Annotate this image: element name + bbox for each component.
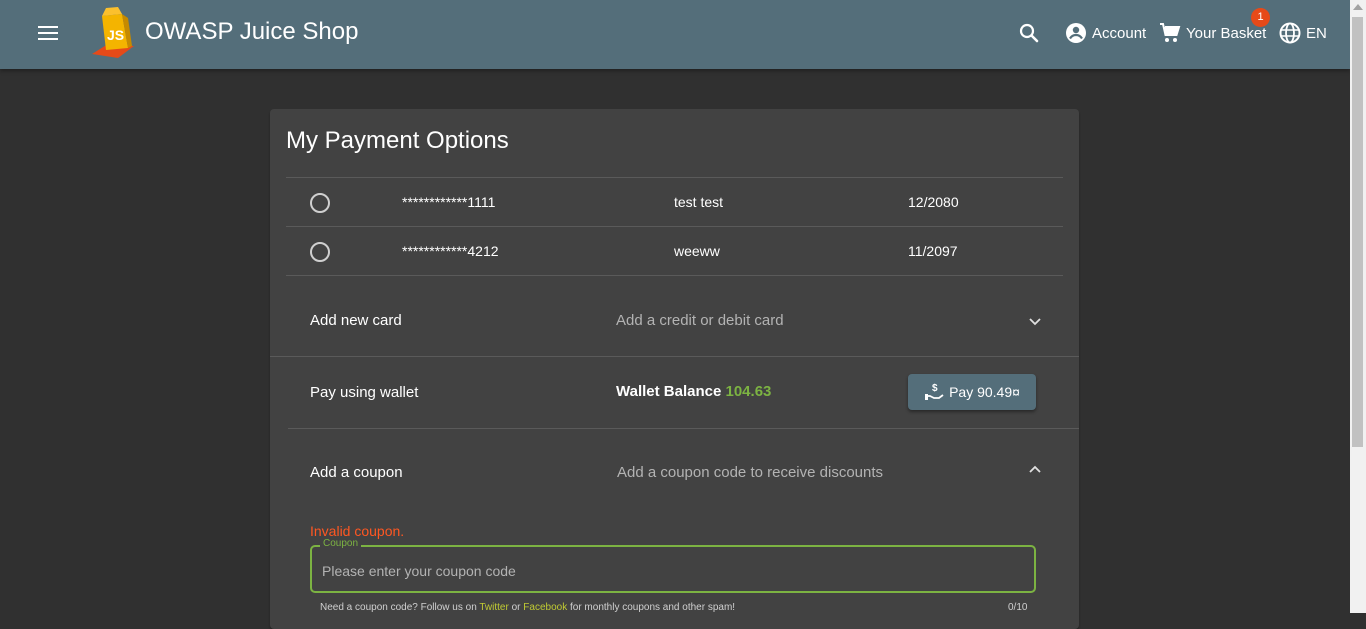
coupon-field-label: Coupon	[320, 538, 362, 549]
chevron-down-icon[interactable]	[1028, 315, 1042, 329]
svg-text:JS: JS	[107, 27, 124, 43]
account-button[interactable]: Account	[1064, 21, 1146, 45]
card-holder-name: weeww	[674, 243, 720, 259]
wallet-balance: Wallet Balance 104.63	[616, 383, 771, 400]
payment-options-card: My Payment Options ************1111 test…	[270, 109, 1079, 629]
basket-label: Your Basket	[1186, 24, 1267, 42]
basket-count-badge: 1	[1251, 8, 1270, 27]
language-label: EN	[1306, 24, 1327, 42]
page-title: My Payment Options	[286, 127, 509, 154]
search-button[interactable]	[1017, 21, 1045, 45]
card-number: ************4212	[402, 243, 499, 259]
wallet-balance-label: Wallet Balance	[616, 383, 722, 400]
card-number: ************1111	[402, 194, 496, 210]
app-title[interactable]: OWASP Juice Shop	[145, 18, 358, 46]
basket-button[interactable]: Your Basket	[1158, 21, 1266, 45]
add-card-title: Add new card	[310, 312, 402, 329]
scrollbar-thumb[interactable]	[1352, 17, 1363, 447]
saved-card-row[interactable]: ************1111 test test 12/2080	[286, 177, 1063, 226]
card-radio-button[interactable]	[310, 193, 330, 213]
shopping-cart-icon	[1160, 23, 1181, 42]
divider	[270, 356, 1079, 357]
svg-text:$: $	[932, 383, 938, 394]
coupon-input[interactable]	[320, 559, 1024, 583]
twitter-link[interactable]: Twitter	[479, 602, 508, 613]
coupon-field[interactable]: Coupon	[310, 538, 1036, 593]
card-radio-button[interactable]	[310, 242, 330, 262]
card-expiry: 12/2080	[908, 194, 959, 210]
wallet-title: Pay using wallet	[310, 384, 419, 401]
language-button[interactable]: EN	[1278, 21, 1327, 45]
coupon-hint-prefix: Need a coupon code? Follow us on	[320, 602, 480, 613]
account-circle-icon	[1066, 23, 1086, 43]
juice-shop-logo[interactable]: JS	[88, 4, 138, 60]
account-label: Account	[1092, 24, 1147, 42]
coupon-char-counter: 0/10	[1008, 602, 1028, 613]
search-icon	[1019, 23, 1039, 43]
card-expiry: 11/2097	[908, 243, 958, 259]
top-toolbar: JS OWASP Juice Shop Account Your Basket …	[0, 0, 1350, 69]
add-card-description: Add a credit or debit card	[616, 312, 784, 329]
pay-with-wallet-button[interactable]: $ Pay 90.49¤	[908, 374, 1036, 410]
coupon-error-message: Invalid coupon.	[310, 523, 405, 539]
coupon-description: Add a coupon code to receive discounts	[617, 464, 884, 481]
wallet-balance-amount: 104.63	[725, 383, 772, 400]
facebook-link[interactable]: Facebook	[523, 602, 567, 613]
globe-icon	[1279, 22, 1301, 44]
chevron-up-icon[interactable]	[1028, 462, 1042, 476]
coupon-hint: Need a coupon code? Follow us on Twitter…	[320, 602, 735, 613]
coupon-hint-suffix: for monthly coupons and other spam!	[567, 602, 736, 613]
card-holder-name: test test	[674, 194, 724, 210]
pay-button-label: Pay 90.49¤	[949, 384, 1020, 400]
menu-icon[interactable]	[32, 21, 64, 45]
divider	[288, 428, 1079, 429]
coupon-hint-or: or	[508, 602, 524, 613]
scroll-up-arrow-icon[interactable]	[1353, 4, 1363, 10]
saved-card-row[interactable]: ************4212 weeww 11/2097	[286, 226, 1063, 276]
coupon-title: Add a coupon	[310, 464, 403, 481]
payment-hand-icon: $	[925, 383, 944, 400]
